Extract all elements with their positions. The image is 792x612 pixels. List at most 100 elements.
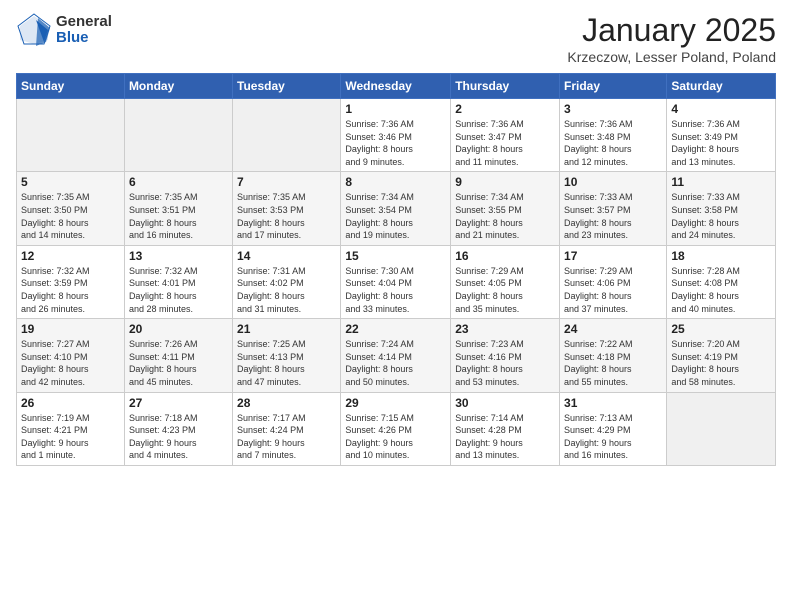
day-number: 23 [455, 322, 555, 336]
day-info: Sunrise: 7:29 AM Sunset: 4:06 PM Dayligh… [564, 265, 662, 315]
calendar-cell: 12 Sunrise: 7:32 AM Sunset: 3:59 PM Dayli… [17, 245, 125, 318]
title-block: January 2025 Krzeczow, Lesser Poland, Po… [567, 12, 776, 65]
day-number: 4 [671, 102, 771, 116]
logo-general: General [56, 14, 112, 31]
calendar-body: 1 Sunrise: 7:36 AM Sunset: 3:46 PM Daylig… [17, 99, 776, 466]
calendar-cell: 27Sunrise: 7:18 AM Sunset: 4:23 PM Dayli… [124, 392, 232, 465]
weekday-tuesday: Tuesday [233, 74, 341, 99]
day-number: 22 [345, 322, 446, 336]
calendar-cell: 25 Sunrise: 7:20 AM Sunset: 4:19 PM Dayli… [667, 319, 776, 392]
logo-icon [16, 12, 52, 48]
calendar-cell [667, 392, 776, 465]
calendar-cell: 4 Sunrise: 7:36 AM Sunset: 3:49 PM Daylig… [667, 99, 776, 172]
week-row-4: 19 Sunrise: 7:27 AM Sunset: 4:10 PM Dayli… [17, 319, 776, 392]
calendar-cell: 11Sunrise: 7:33 AM Sunset: 3:58 PM Dayli… [667, 172, 776, 245]
calendar-cell [233, 99, 341, 172]
calendar-cell: 19 Sunrise: 7:27 AM Sunset: 4:10 PM Dayli… [17, 319, 125, 392]
day-info: Sunrise: 7:35 AM Sunset: 3:53 PM Dayligh… [237, 191, 336, 241]
day-info: Sunrise: 7:36 AM Sunset: 3:46 PM Dayligh… [345, 118, 446, 168]
day-number: 6 [129, 175, 228, 189]
weekday-sunday: Sunday [17, 74, 125, 99]
day-number: 25 [671, 322, 771, 336]
day-number: 31 [564, 396, 662, 410]
week-row-1: 1 Sunrise: 7:36 AM Sunset: 3:46 PM Daylig… [17, 99, 776, 172]
calendar-cell: 13 Sunrise: 7:32 AM Sunset: 4:01 PM Dayli… [124, 245, 232, 318]
day-info: Sunrise: 7:19 AM Sunset: 4:21 PM Dayligh… [21, 412, 120, 462]
calendar-cell: 17 Sunrise: 7:29 AM Sunset: 4:06 PM Dayli… [560, 245, 667, 318]
day-number: 29 [345, 396, 446, 410]
day-number: 11 [671, 175, 771, 189]
day-info: Sunrise: 7:20 AM Sunset: 4:19 PM Dayligh… [671, 338, 771, 388]
day-number: 18 [671, 249, 771, 263]
day-number: 20 [129, 322, 228, 336]
calendar-cell: 7 Sunrise: 7:35 AM Sunset: 3:53 PM Daylig… [233, 172, 341, 245]
weekday-thursday: Thursday [451, 74, 560, 99]
calendar-cell: 22 Sunrise: 7:24 AM Sunset: 4:14 PM Dayli… [341, 319, 451, 392]
day-info: Sunrise: 7:33 AM Sunset: 3:57 PM Dayligh… [564, 191, 662, 241]
weekday-friday: Friday [560, 74, 667, 99]
logo-blue: Blue [56, 30, 112, 47]
day-info: Sunrise: 7:35 AM Sunset: 3:50 PM Dayligh… [21, 191, 120, 241]
day-number: 1 [345, 102, 446, 116]
day-info: Sunrise: 7:24 AM Sunset: 4:14 PM Dayligh… [345, 338, 446, 388]
day-number: 15 [345, 249, 446, 263]
calendar-cell: 31Sunrise: 7:13 AM Sunset: 4:29 PM Dayli… [560, 392, 667, 465]
calendar-cell: 14Sunrise: 7:31 AM Sunset: 4:02 PM Dayli… [233, 245, 341, 318]
day-info: Sunrise: 7:29 AM Sunset: 4:05 PM Dayligh… [455, 265, 555, 315]
calendar-cell: 6Sunrise: 7:35 AM Sunset: 3:51 PM Daylig… [124, 172, 232, 245]
day-number: 3 [564, 102, 662, 116]
week-row-2: 5Sunrise: 7:35 AM Sunset: 3:50 PM Daylig… [17, 172, 776, 245]
day-info: Sunrise: 7:36 AM Sunset: 3:47 PM Dayligh… [455, 118, 555, 168]
day-number: 19 [21, 322, 120, 336]
weekday-header-row: SundayMondayTuesdayWednesdayThursdayFrid… [17, 74, 776, 99]
calendar-cell: 16 Sunrise: 7:29 AM Sunset: 4:05 PM Dayli… [451, 245, 560, 318]
day-number: 30 [455, 396, 555, 410]
day-info: Sunrise: 7:27 AM Sunset: 4:10 PM Dayligh… [21, 338, 120, 388]
month-title: January 2025 [567, 12, 776, 49]
weekday-wednesday: Wednesday [341, 74, 451, 99]
day-number: 16 [455, 249, 555, 263]
page: General Blue January 2025 Krzeczow, Less… [0, 0, 792, 612]
day-info: Sunrise: 7:15 AM Sunset: 4:26 PM Dayligh… [345, 412, 446, 462]
calendar-cell: 3 Sunrise: 7:36 AM Sunset: 3:48 PM Daylig… [560, 99, 667, 172]
weekday-saturday: Saturday [667, 74, 776, 99]
day-number: 10 [564, 175, 662, 189]
week-row-5: 26Sunrise: 7:19 AM Sunset: 4:21 PM Dayli… [17, 392, 776, 465]
day-info: Sunrise: 7:36 AM Sunset: 3:49 PM Dayligh… [671, 118, 771, 168]
calendar-cell: 1 Sunrise: 7:36 AM Sunset: 3:46 PM Daylig… [341, 99, 451, 172]
day-info: Sunrise: 7:26 AM Sunset: 4:11 PM Dayligh… [129, 338, 228, 388]
calendar-cell: 8Sunrise: 7:34 AM Sunset: 3:54 PM Daylig… [341, 172, 451, 245]
day-info: Sunrise: 7:32 AM Sunset: 4:01 PM Dayligh… [129, 265, 228, 315]
calendar-cell: 2 Sunrise: 7:36 AM Sunset: 3:47 PM Daylig… [451, 99, 560, 172]
day-number: 9 [455, 175, 555, 189]
logo-text: General Blue [56, 14, 112, 47]
day-number: 2 [455, 102, 555, 116]
calendar-cell [17, 99, 125, 172]
day-info: Sunrise: 7:17 AM Sunset: 4:24 PM Dayligh… [237, 412, 336, 462]
day-info: Sunrise: 7:31 AM Sunset: 4:02 PM Dayligh… [237, 265, 336, 315]
calendar-cell: 29 Sunrise: 7:15 AM Sunset: 4:26 PM Dayli… [341, 392, 451, 465]
calendar-cell: 28Sunrise: 7:17 AM Sunset: 4:24 PM Dayli… [233, 392, 341, 465]
calendar-cell: 21 Sunrise: 7:25 AM Sunset: 4:13 PM Dayli… [233, 319, 341, 392]
day-number: 12 [21, 249, 120, 263]
day-number: 7 [237, 175, 336, 189]
calendar-cell: 20 Sunrise: 7:26 AM Sunset: 4:11 PM Dayli… [124, 319, 232, 392]
day-number: 21 [237, 322, 336, 336]
calendar-cell: 23 Sunrise: 7:23 AM Sunset: 4:16 PM Dayli… [451, 319, 560, 392]
day-info: Sunrise: 7:36 AM Sunset: 3:48 PM Dayligh… [564, 118, 662, 168]
day-number: 24 [564, 322, 662, 336]
logo: General Blue [16, 12, 112, 48]
day-info: Sunrise: 7:23 AM Sunset: 4:16 PM Dayligh… [455, 338, 555, 388]
day-number: 13 [129, 249, 228, 263]
day-info: Sunrise: 7:30 AM Sunset: 4:04 PM Dayligh… [345, 265, 446, 315]
calendar-cell: 10 Sunrise: 7:33 AM Sunset: 3:57 PM Dayli… [560, 172, 667, 245]
day-info: Sunrise: 7:25 AM Sunset: 4:13 PM Dayligh… [237, 338, 336, 388]
calendar-cell: 9 Sunrise: 7:34 AM Sunset: 3:55 PM Daylig… [451, 172, 560, 245]
calendar: SundayMondayTuesdayWednesdayThursdayFrid… [16, 73, 776, 466]
day-info: Sunrise: 7:22 AM Sunset: 4:18 PM Dayligh… [564, 338, 662, 388]
day-info: Sunrise: 7:32 AM Sunset: 3:59 PM Dayligh… [21, 265, 120, 315]
calendar-cell: 15 Sunrise: 7:30 AM Sunset: 4:04 PM Dayli… [341, 245, 451, 318]
day-number: 17 [564, 249, 662, 263]
calendar-cell: 5Sunrise: 7:35 AM Sunset: 3:50 PM Daylig… [17, 172, 125, 245]
day-info: Sunrise: 7:34 AM Sunset: 3:55 PM Dayligh… [455, 191, 555, 241]
